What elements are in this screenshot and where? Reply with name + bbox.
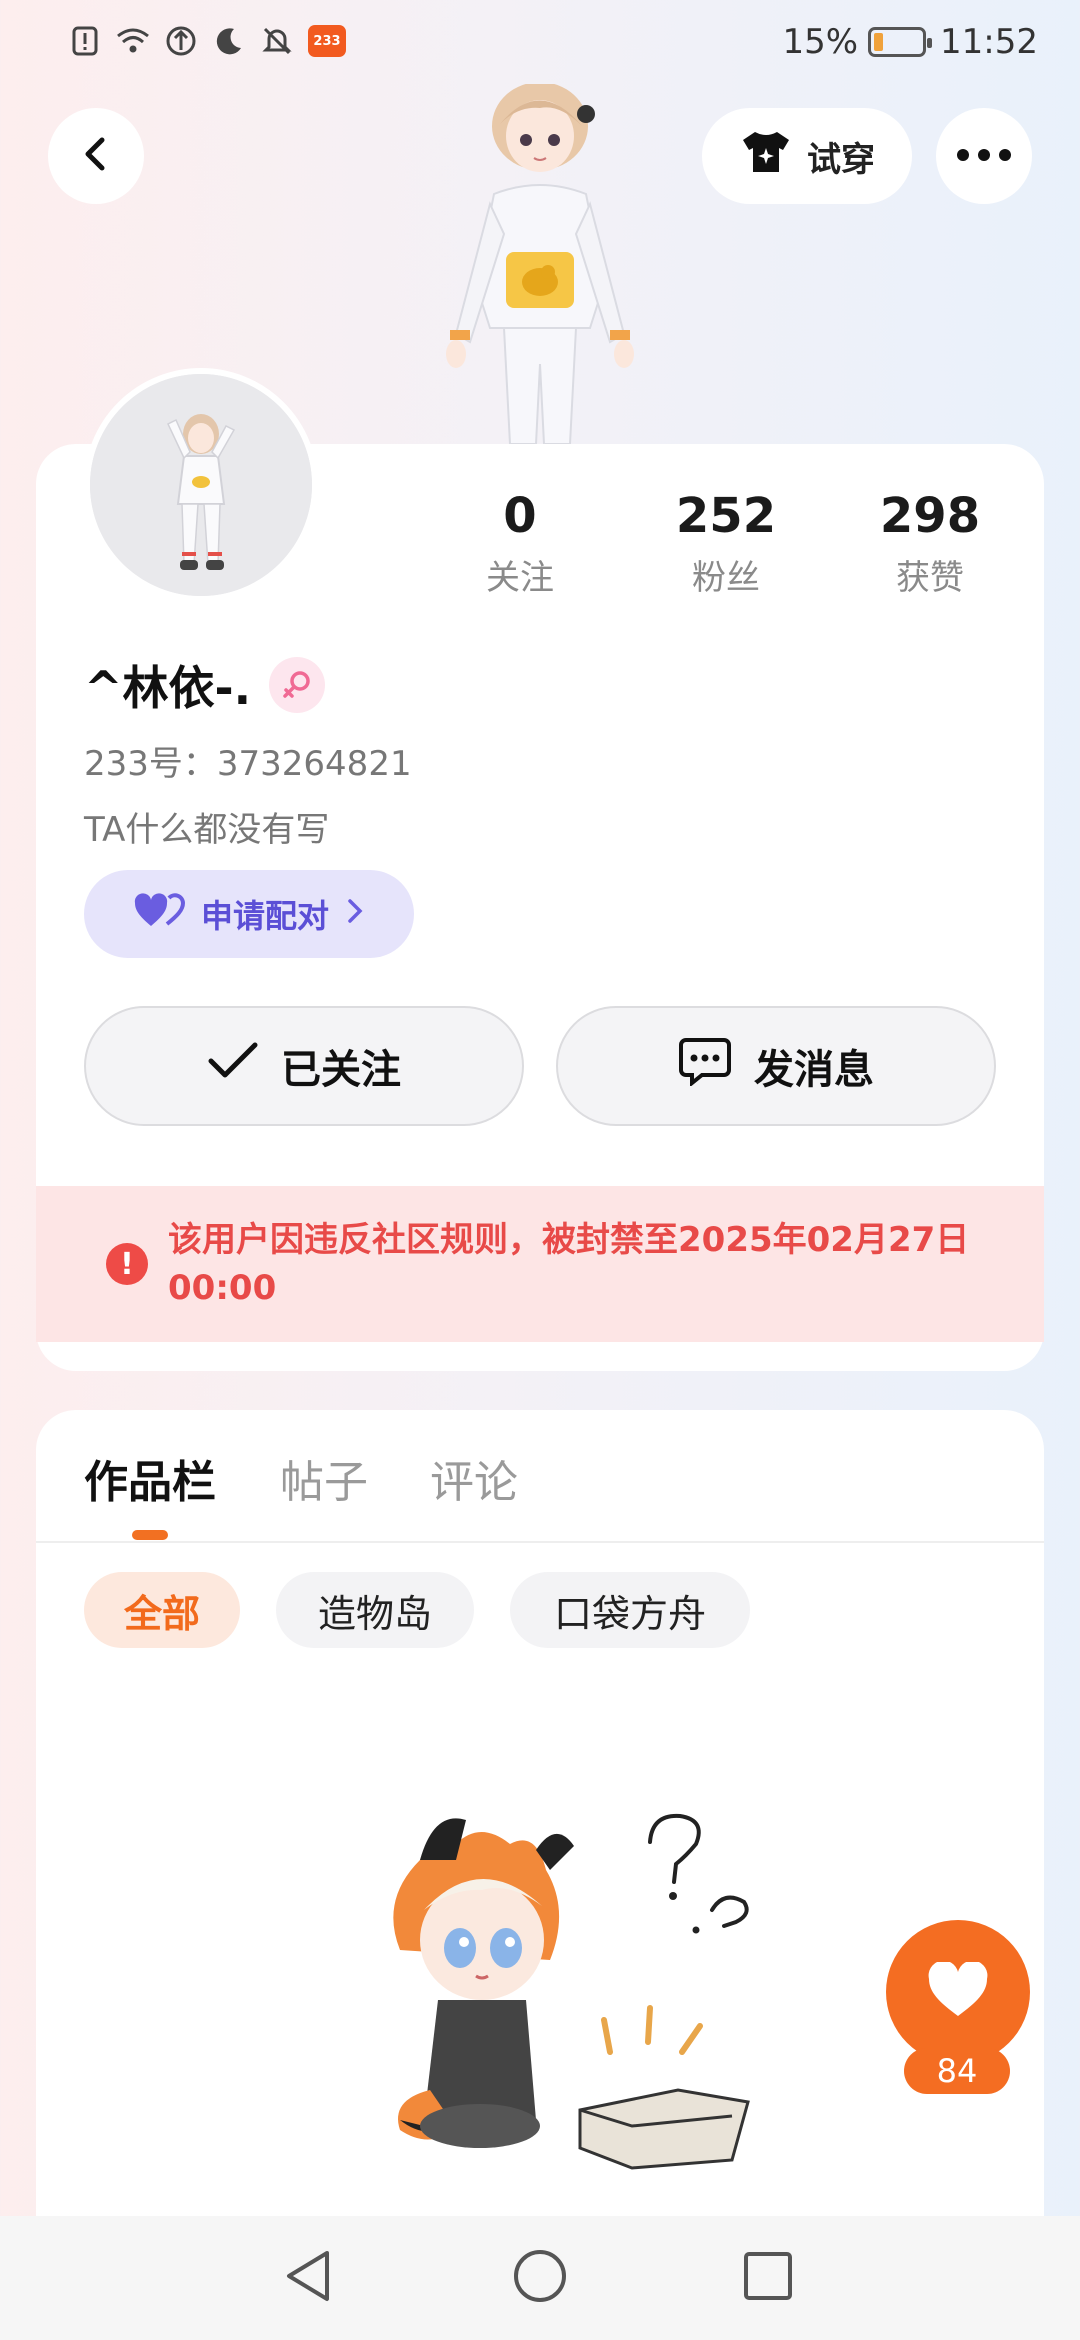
female-gender-icon: [269, 657, 326, 713]
chevron-left-icon: [76, 134, 116, 178]
nickname-row: ^林依-.: [84, 652, 326, 718]
battery-icon: [868, 27, 933, 57]
bio: TA什么都没有写: [84, 810, 330, 850]
stat-fans-label: 粉丝: [692, 558, 760, 598]
chat-bubble-icon: [678, 1036, 732, 1096]
moon-icon: [212, 24, 246, 58]
send-message-button[interactable]: 发消息: [556, 1006, 996, 1126]
app-233-icon: 233: [308, 25, 346, 57]
data-saver-icon: [164, 24, 198, 58]
heart-icon: [927, 1960, 989, 2022]
wifi-icon: [116, 24, 150, 58]
tab-comments[interactable]: 评论: [430, 1446, 518, 1510]
try-on-label: 试穿: [807, 139, 875, 180]
square-recents-icon: [742, 2250, 794, 2306]
stat-fans[interactable]: 252 粉丝: [626, 488, 826, 599]
request-pair-button[interactable]: 申请配对: [84, 870, 414, 958]
empty-state-illustration: [360, 1790, 780, 2180]
check-icon: [207, 1041, 259, 1091]
like-count: 84: [904, 2048, 1010, 2094]
user-id[interactable]: 233号：373264821: [84, 736, 412, 785]
filter-pocket-ark[interactable]: 口袋方舟: [510, 1572, 750, 1648]
system-navigation-bar: [0, 2216, 1080, 2340]
triangle-back-icon: [283, 2249, 333, 2307]
stat-fans-value: 252: [675, 488, 777, 544]
followed-label: 已关注: [281, 1047, 401, 1093]
more-button[interactable]: [936, 108, 1032, 204]
request-pair-label: 申请配对: [200, 897, 329, 935]
stat-likes-label: 获赞: [896, 558, 964, 598]
stat-following[interactable]: 0 关注: [420, 488, 620, 599]
stat-likes-value: 298: [879, 488, 981, 544]
stat-following-value: 0: [503, 488, 537, 544]
like-button[interactable]: [886, 1920, 1030, 2064]
battery-percent: 15%: [782, 22, 859, 62]
status-bar: 233 15% 11:52: [0, 0, 1080, 90]
status-right: 15% 11:52: [782, 22, 1038, 62]
more-dots-icon: [956, 147, 1012, 166]
nav-home-button[interactable]: [508, 2246, 572, 2310]
filter-creation-island[interactable]: 造物岛: [276, 1572, 474, 1648]
hero-avatar-figure[interactable]: [420, 82, 660, 445]
status-icons: 233: [68, 24, 346, 58]
ban-notice-text: 该用户因违反社区规则，被封禁至2025年02月27日 00:00: [168, 1220, 970, 1308]
chevron-right-icon: [345, 895, 365, 933]
nav-recents-button[interactable]: [736, 2246, 800, 2310]
stat-likes[interactable]: 298 获赞: [830, 488, 1030, 599]
stat-following-label: 关注: [486, 558, 554, 598]
circle-home-icon: [512, 2248, 568, 2308]
send-message-label: 发消息: [754, 1047, 874, 1093]
clock: 11:52: [940, 22, 1038, 62]
nav-back-button[interactable]: [276, 2246, 340, 2310]
sim-alert-icon: [68, 24, 102, 58]
double-heart-icon: [133, 890, 185, 938]
back-button[interactable]: [48, 108, 144, 204]
active-tab-indicator: [132, 1530, 168, 1540]
tab-works[interactable]: 作品栏: [84, 1446, 216, 1510]
alert-icon: !: [106, 1243, 148, 1285]
tab-posts[interactable]: 帖子: [280, 1446, 368, 1510]
shirt-sparkle-icon: [739, 128, 793, 185]
avatar[interactable]: [84, 368, 318, 602]
tab-divider: [36, 1541, 1044, 1543]
nickname: ^林依-.: [84, 661, 252, 715]
try-on-button[interactable]: 试穿: [702, 108, 912, 204]
ban-notice: ! 该用户因违反社区规则，被封禁至2025年02月27日 00:00: [36, 1186, 1044, 1342]
followed-button[interactable]: 已关注: [84, 1006, 524, 1126]
bell-off-icon: [260, 24, 294, 58]
filter-all[interactable]: 全部: [84, 1572, 240, 1648]
